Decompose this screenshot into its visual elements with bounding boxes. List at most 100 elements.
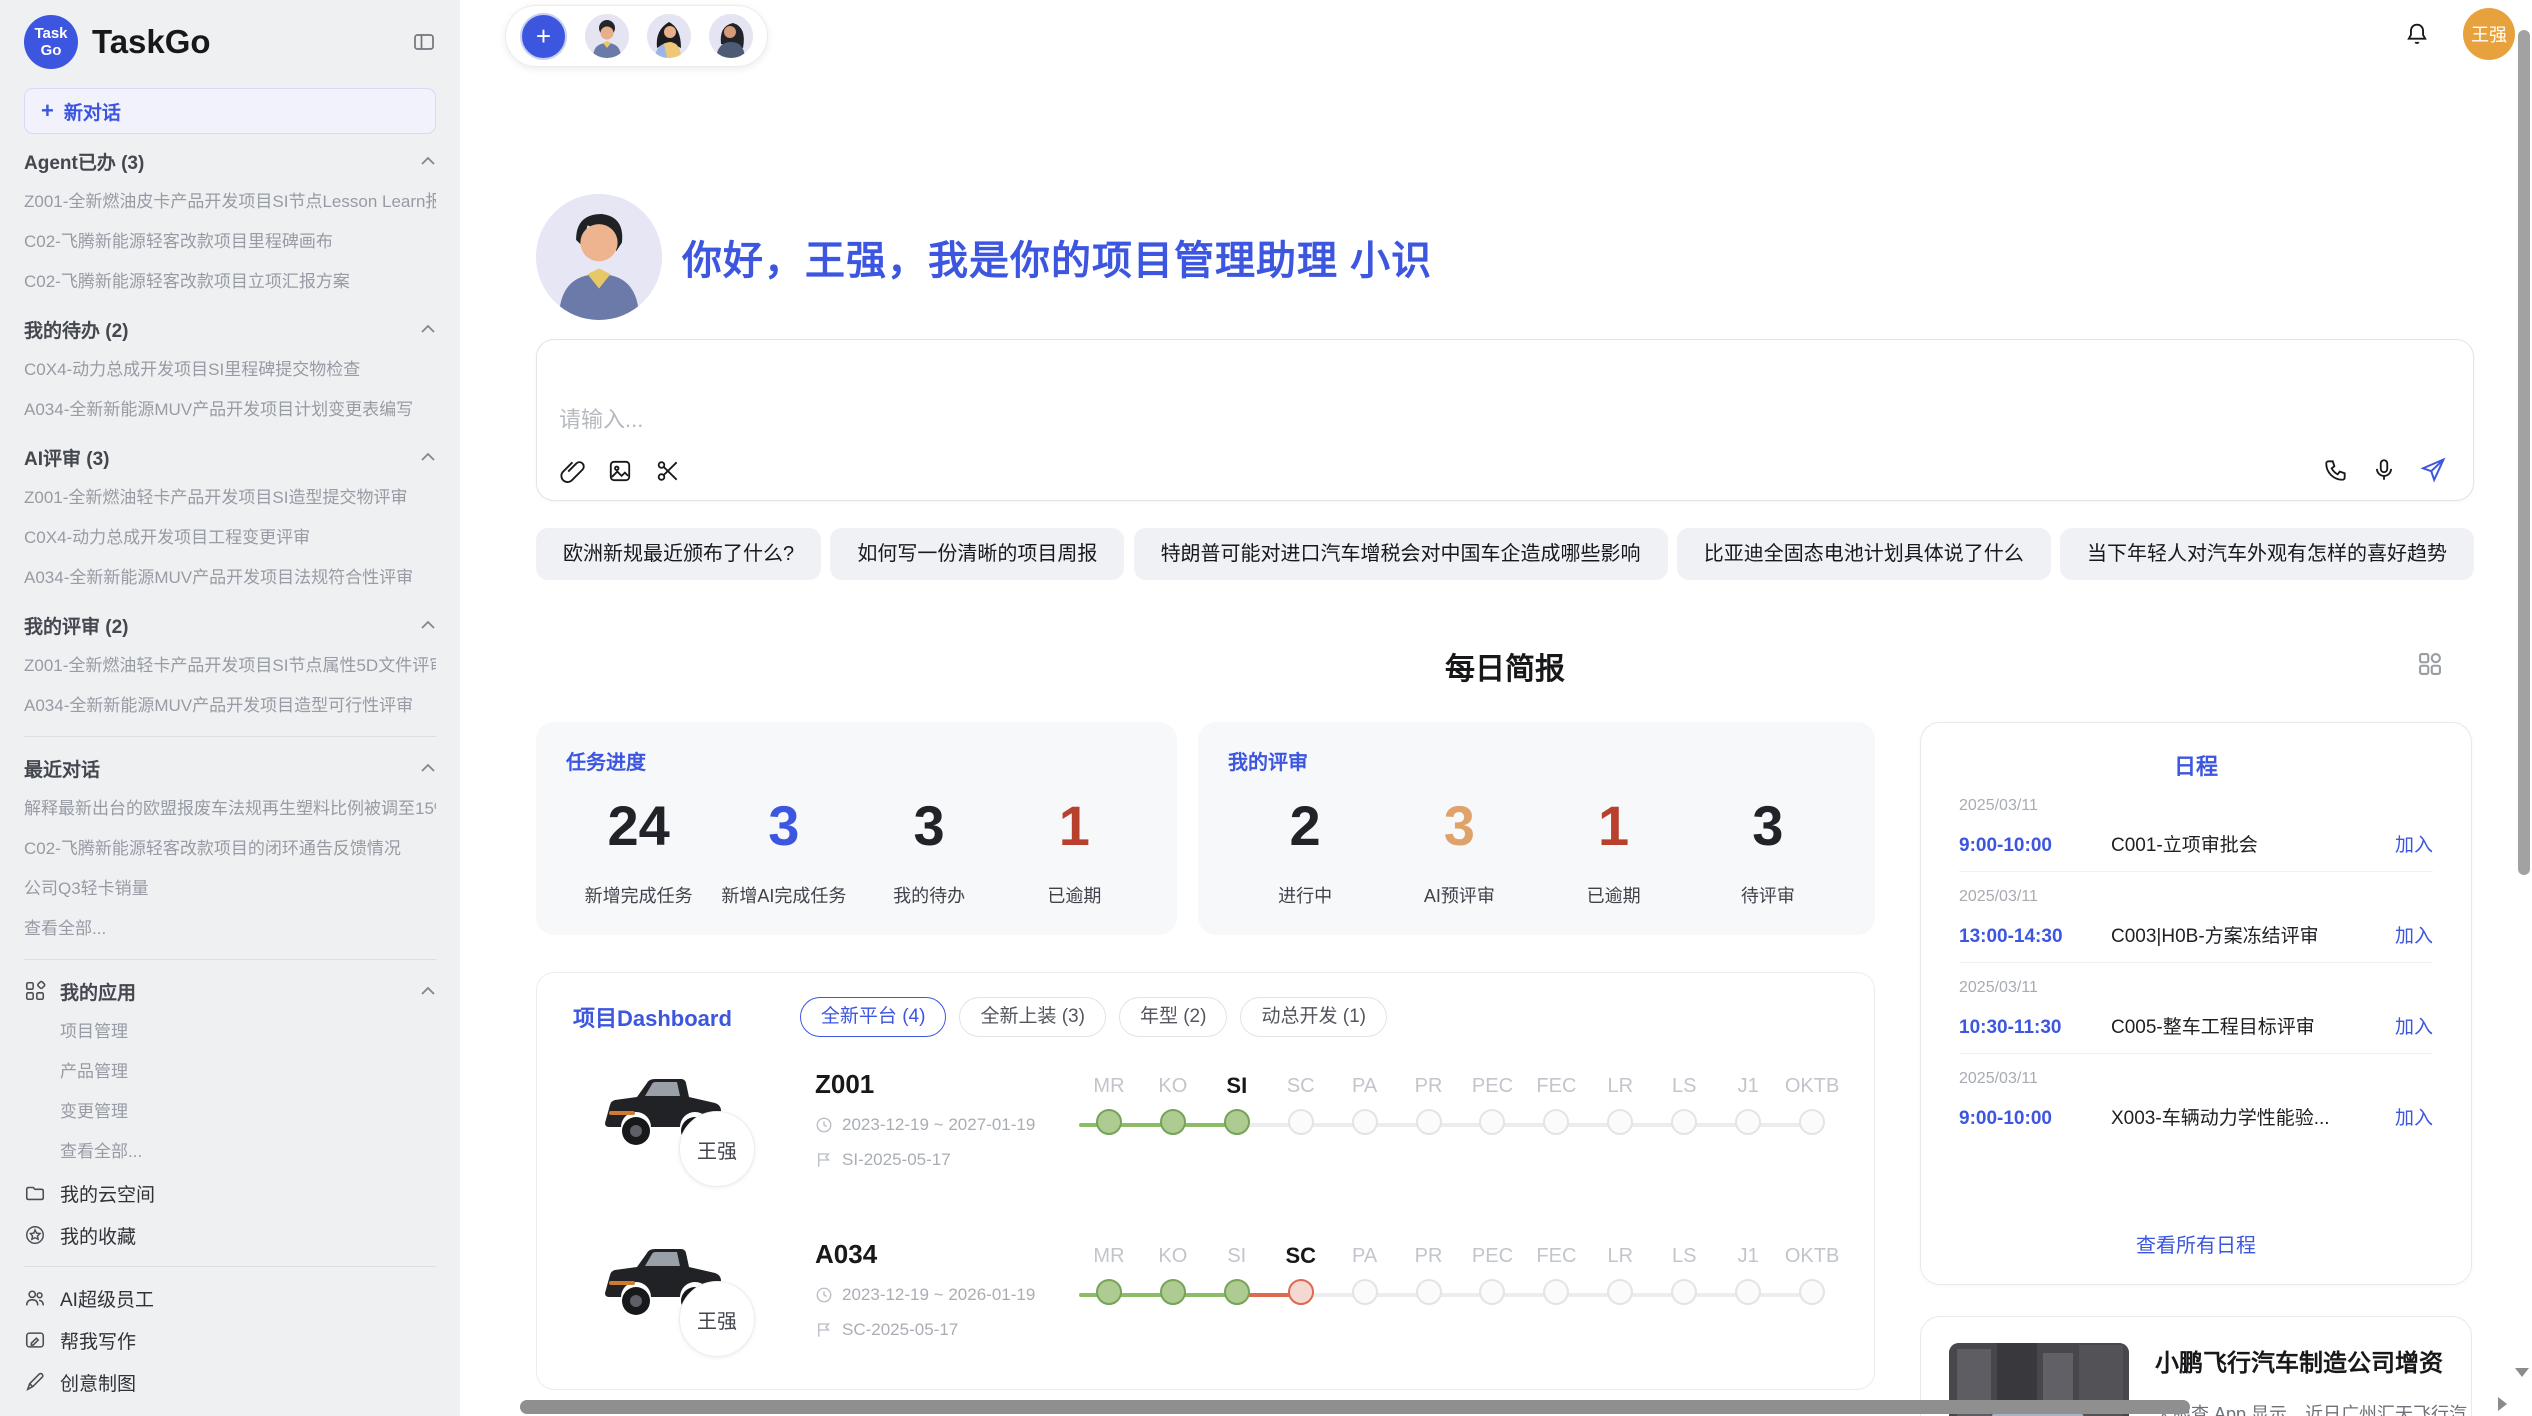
image-icon[interactable] [607, 458, 633, 484]
recent-view-all[interactable]: 查看全部... [24, 909, 436, 949]
sidebar-item[interactable]: A034-全新新能源MUV产品开发项目计划变更表编写 [24, 390, 436, 430]
microphone-icon[interactable] [2371, 457, 2397, 483]
chat-input[interactable]: 请输入... [559, 402, 643, 434]
layout-grid-icon[interactable] [2416, 650, 2444, 678]
recent-chat-item[interactable]: 解释最新出台的欧盟报废车法规再生塑料比例被调至15%... [24, 789, 436, 829]
sidebar-item[interactable]: Z001-全新燃油轻卡产品开发项目SI节点属性5D文件评审 [24, 646, 436, 686]
my-apps-header[interactable]: 我的应用 [24, 970, 436, 1012]
suggestion-chip[interactable]: 特朗普可能对进口汽车增税会对中国车企造成哪些影响 [1134, 528, 1668, 580]
project-row: 王强 Z0012023-12-19 ~ 2027-01-19SI-2025-05-… [573, 1067, 1844, 1207]
dashboard-tab[interactable]: 动总开发 (1) [1240, 997, 1387, 1037]
recent-chat-item[interactable]: 公司Q3轻卡销量 [24, 869, 436, 909]
sidebar-section-header[interactable]: AI评审 (3) [24, 436, 436, 478]
milestone-label: J1 [1716, 1067, 1780, 1105]
sidebar-section-header[interactable]: Agent已办 (3) [24, 140, 436, 182]
sidebar-item[interactable]: C02-飞腾新能源轻客改款项目里程碑画布 [24, 222, 436, 262]
sidebar-tool-users[interactable]: AI超级员工 [24, 1277, 436, 1319]
greeting-text: 你好，王强，我是你的项目管理助理 小识 [682, 228, 1432, 286]
milestone-label: SC [1269, 1237, 1333, 1275]
sidebar-collapse-icon[interactable] [412, 30, 436, 54]
app-title: TaskGo [92, 23, 211, 61]
dashboard-tab[interactable]: 全新平台 (4) [800, 997, 947, 1037]
sidebar-tool-write[interactable]: 帮我写作 [24, 1319, 436, 1361]
sidebar-item-cloud-space[interactable]: 我的云空间 [24, 1172, 436, 1214]
vertical-scrollbar[interactable] [2518, 30, 2530, 875]
phone-icon[interactable] [2323, 457, 2349, 483]
view-all-schedule-link[interactable]: 查看所有日程 [1959, 1229, 2433, 1262]
horizontal-scrollbar[interactable] [520, 1400, 2190, 1414]
milestone-cell [1461, 1279, 1525, 1311]
chevron-up-icon [420, 452, 436, 462]
dashboard-tab[interactable]: 全新上装 (3) [959, 997, 1106, 1037]
milestone-cell [1780, 1279, 1844, 1311]
recent-chats-header[interactable]: 最近对话 [24, 747, 436, 789]
stat-label: 进行中 [1228, 882, 1382, 908]
stat: 3 待评审 [1691, 793, 1845, 908]
milestone-labels: MRKOSISCPAPRPECFECLRLSJ1OKTB [1077, 1067, 1844, 1105]
app-item[interactable]: 变更管理 [24, 1092, 436, 1132]
sidebar-section-header[interactable]: 我的评审 (2) [24, 604, 436, 646]
join-link[interactable]: 加入 [2395, 830, 2433, 857]
sidebar-item-favorites[interactable]: 我的收藏 [24, 1214, 436, 1256]
schedule-event: 2025/03/119:00-10:00X003-车辆动力学性能验...加入 [1959, 1054, 2433, 1144]
app-item[interactable]: 产品管理 [24, 1052, 436, 1092]
sidebar-item[interactable]: Z001-全新燃油轻卡产品开发项目SI造型提交物评审 [24, 478, 436, 518]
stat-label: 待评审 [1691, 882, 1845, 908]
stat-card: 任务进度24新增完成任务3新增AI完成任务3我的待办1已逾期 [536, 722, 1177, 935]
apps-view-all[interactable]: 查看全部... [24, 1132, 436, 1172]
attachment-icon[interactable] [559, 458, 585, 484]
milestone-cell [1269, 1109, 1333, 1141]
flag-icon [815, 1151, 833, 1169]
sidebar-item[interactable]: C0X4-动力总成开发项目SI里程碑提交物检查 [24, 350, 436, 390]
suggestion-chip[interactable]: 比亚迪全固态电池计划具体说了什么 [1677, 528, 2051, 580]
suggestion-chip[interactable]: 当下年轻人对汽车外观有怎样的喜好趋势 [2060, 528, 2474, 580]
new-chat-button[interactable]: + 新对话 [24, 88, 436, 134]
schedule-events: 2025/03/11 9:00-10:00C001-立项审批会加入 2025/03/… [1959, 781, 2433, 1144]
section-title: AI评审 (3) [24, 444, 110, 471]
schedule-title: 日程 [1959, 749, 2433, 781]
join-link[interactable]: 加入 [2395, 921, 2433, 948]
event-row: 13:00-14:30C003|H0B-方案冻结评审加入 [1959, 921, 2433, 948]
sidebar-item[interactable]: Z001-全新燃油皮卡产品开发项目SI节点Lesson Learn报告 [24, 182, 436, 222]
sidebar-item[interactable]: C0X4-动力总成开发项目工程变更评审 [24, 518, 436, 558]
stat-value: 3 [1691, 793, 1845, 858]
suggestion-chip[interactable]: 如何写一份清晰的项目周报 [830, 528, 1124, 580]
app-item[interactable]: 项目管理 [24, 1012, 436, 1052]
scroll-down-arrow[interactable] [2515, 1368, 2529, 1377]
join-link[interactable]: 加入 [2395, 1012, 2433, 1039]
dashboard-tab[interactable]: 年型 (2) [1119, 997, 1228, 1037]
sidebar-section-header[interactable]: 我的待办 (2) [24, 308, 436, 350]
scroll-right-arrow[interactable] [2498, 1397, 2507, 1411]
project-info: Z0012023-12-19 ~ 2027-01-19SI-2025-05-17 [815, 1067, 1077, 1207]
sidebar-item[interactable]: A034-全新新能源MUV产品开发项目造型可行性评审 [24, 686, 436, 726]
event-date: 2025/03/11 [1959, 979, 2433, 997]
owner-badge: 王强 [679, 1281, 755, 1357]
recent-chat-item[interactable]: C02-飞腾新能源轻客改款项目的闭环通告反馈情况 [24, 829, 436, 869]
milestone-label: PEC [1461, 1237, 1525, 1275]
suggestion-chip[interactable]: 欧洲新规最近颁布了什么? [536, 528, 821, 580]
sidebar-item[interactable]: C02-飞腾新能源轻客改款项目立项汇报方案 [24, 262, 436, 302]
send-icon[interactable] [2419, 456, 2447, 484]
stat-card-title: 任务进度 [566, 746, 1147, 775]
stat-value: 3 [1382, 793, 1536, 858]
event-date: 2025/03/11 [1959, 797, 2433, 815]
write-icon [24, 1329, 46, 1351]
chat-input-card[interactable]: 请输入... [536, 339, 2474, 501]
owner-badge: 王强 [679, 1111, 755, 1187]
scissors-icon[interactable] [655, 458, 681, 484]
milestone-label: LS [1652, 1237, 1716, 1275]
milestone-dot [1224, 1279, 1250, 1305]
milestone-cell [1141, 1109, 1205, 1141]
sidebar-tool-pen[interactable]: 创意制图 [24, 1361, 436, 1403]
schedule-card: 日程 2025/03/119:00-10:00C001-立项审批会加入2025/… [1920, 722, 2472, 1285]
milestone-label: PR [1397, 1237, 1461, 1275]
event-row: 9:00-10:00C001-立项审批会加入 [1959, 830, 2433, 857]
sidebar-item[interactable]: A034-全新新能源MUV产品开发项目法规符合性评审 [24, 558, 436, 598]
milestone-label: FEC [1524, 1067, 1588, 1105]
project-dates: 2023-12-19 ~ 2027-01-19 [815, 1115, 1077, 1135]
milestone-cell [1333, 1279, 1397, 1311]
milestone-label: OKTB [1780, 1067, 1844, 1105]
milestone-label: PEC [1461, 1067, 1525, 1105]
join-link[interactable]: 加入 [2395, 1103, 2433, 1130]
news-body: 天眼查 App 显示，近日广州汇天飞行汽... [2155, 1400, 2472, 1416]
